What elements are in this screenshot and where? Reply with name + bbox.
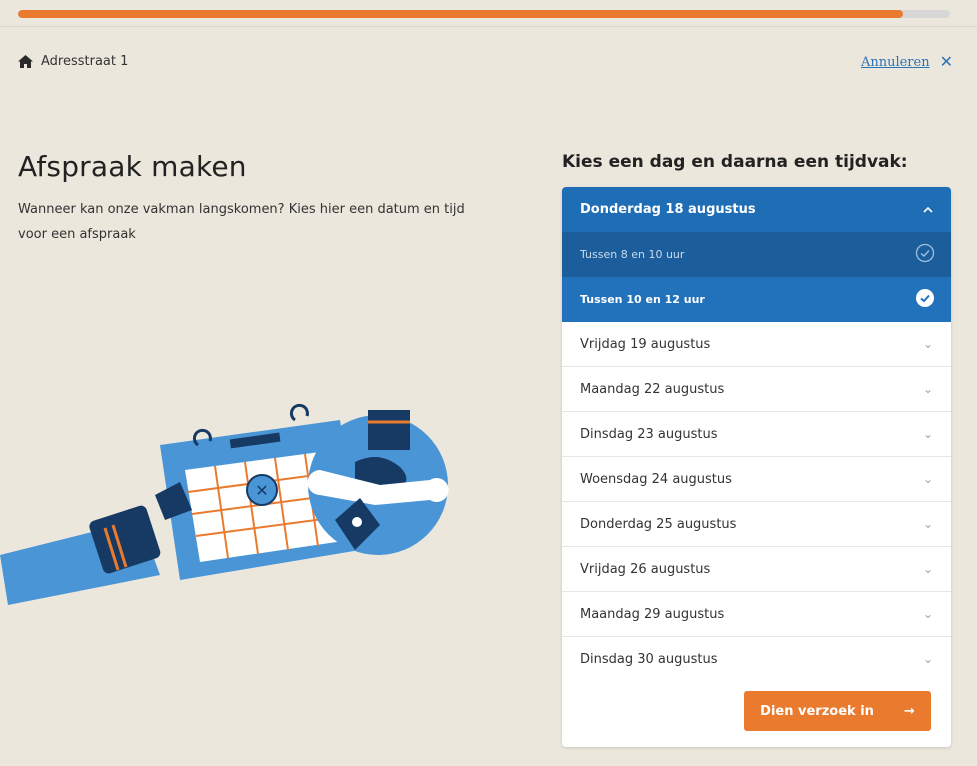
submit-request-button[interactable]: Dien verzoek in → [744, 691, 931, 731]
day-row[interactable]: Donderdag 25 augustus ⌄ [562, 501, 951, 546]
unchecked-circle-icon [915, 243, 935, 266]
page-title: Afspraak maken [18, 150, 247, 183]
day-row[interactable]: Maandag 22 augustus ⌄ [562, 366, 951, 411]
day-label: Maandag 29 augustus [580, 606, 725, 622]
submit-label: Dien verzoek in [760, 703, 874, 719]
chevron-down-icon: ⌄ [922, 652, 933, 666]
cancel-control[interactable]: Annuleren ✕ [861, 54, 953, 70]
day-row[interactable]: Dinsdag 23 augustus ⌄ [562, 411, 951, 456]
cancel-link[interactable]: Annuleren [861, 55, 930, 70]
svg-text:✕: ✕ [255, 481, 268, 500]
picker-heading: Kies een dag en daarna een tijdvak: [562, 152, 908, 172]
date-time-picker: Donderdag 18 augustus Tussen 8 en 10 uur… [562, 187, 951, 747]
chevron-down-icon: ⌄ [922, 337, 933, 351]
time-slot-option[interactable]: Tussen 8 en 10 uur [562, 232, 951, 277]
submit-area: Dien verzoek in → [562, 681, 951, 741]
chevron-down-icon: ⌄ [922, 607, 933, 621]
chevron-down-icon: ⌄ [922, 427, 933, 441]
day-row[interactable]: Woensdag 24 augustus ⌄ [562, 456, 951, 501]
chevron-down-icon: ⌄ [922, 472, 933, 486]
day-row[interactable]: Maandag 29 augustus ⌄ [562, 591, 951, 636]
day-label: Woensdag 24 augustus [580, 471, 732, 487]
chevron-down-icon: ⌄ [922, 562, 933, 576]
home-icon [18, 55, 33, 68]
day-label: Maandag 22 augustus [580, 381, 725, 397]
day-list: Vrijdag 19 augustus ⌄ Maandag 22 augustus… [562, 322, 951, 681]
checkmark-circle-icon [915, 288, 935, 311]
progress-bar [18, 10, 950, 18]
header-divider [0, 26, 977, 27]
day-label: Vrijdag 26 augustus [580, 561, 711, 577]
day-label: Dinsdag 30 augustus [580, 651, 718, 667]
calendar-repair-illustration: ✕ [0, 400, 470, 614]
breadcrumb: Adresstraat 1 [18, 54, 128, 69]
expanded-day-header[interactable]: Donderdag 18 augustus [562, 187, 951, 232]
chevron-up-icon [923, 202, 933, 217]
day-label: Dinsdag 23 augustus [580, 426, 718, 442]
arrow-right-icon: → [903, 703, 915, 719]
time-slot-label: Tussen 8 en 10 uur [580, 248, 685, 261]
day-row[interactable]: Vrijdag 26 augustus ⌄ [562, 546, 951, 591]
day-label: Donderdag 25 augustus [580, 516, 737, 532]
expanded-day-label: Donderdag 18 augustus [580, 202, 756, 217]
chevron-down-icon: ⌄ [922, 517, 933, 531]
time-slot-label: Tussen 10 en 12 uur [580, 293, 705, 306]
day-label: Vrijdag 19 augustus [580, 336, 711, 352]
time-slot-option-selected[interactable]: Tussen 10 en 12 uur [562, 277, 951, 322]
breadcrumb-address: Adresstraat 1 [41, 54, 129, 69]
progress-fill [18, 10, 904, 18]
page-intro: Wanneer kan onze vakman langskomen? Kies… [18, 202, 465, 242]
close-icon[interactable]: ✕ [940, 54, 953, 70]
day-row[interactable]: Dinsdag 30 augustus ⌄ [562, 636, 951, 681]
chevron-down-icon: ⌄ [922, 382, 933, 396]
day-row[interactable]: Vrijdag 19 augustus ⌄ [562, 322, 951, 366]
